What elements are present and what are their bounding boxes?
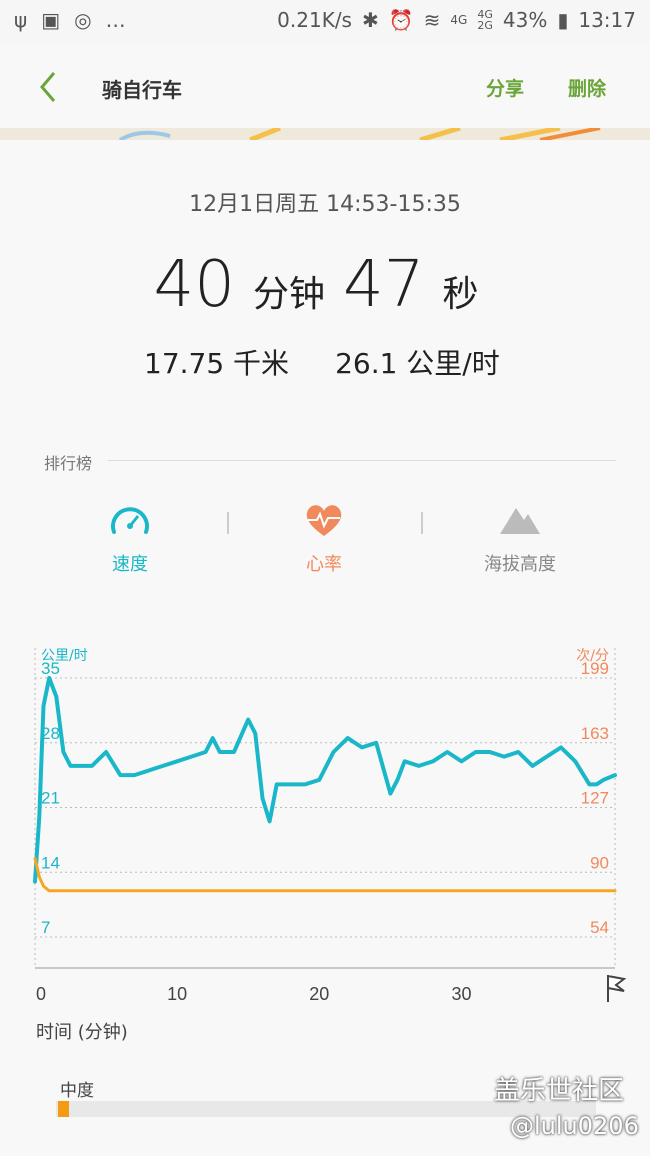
clock: 13:17 [578, 8, 636, 32]
image-icon: ▣ [41, 8, 61, 32]
right-tick-label: 54 [590, 918, 609, 937]
usb-icon: ψ [14, 8, 28, 32]
x-tick-label: 10 [167, 984, 187, 1004]
left-tick-label: 14 [41, 853, 60, 872]
tab-altitude-label: 海拔高度 [484, 554, 556, 575]
ranking-label: 排行榜 [44, 454, 93, 473]
duration: 40 分钟 47 秒 [0, 248, 650, 322]
right-tick-label: 127 [581, 789, 609, 808]
distance: 17.75 千米 [144, 347, 290, 380]
right-tick-label: 90 [590, 853, 609, 872]
watermark-community: 盖乐世社区 [494, 1076, 625, 1106]
network-4g-label: 4G [450, 13, 468, 27]
right-tick-label: 163 [581, 724, 609, 743]
intensity-bar-fill [58, 1101, 69, 1117]
qq-icon: ◎ [74, 8, 92, 32]
right-axis-unit: 次/分 [576, 648, 609, 664]
speedometer-icon [111, 507, 149, 534]
tab-speed-label: 速度 [112, 554, 148, 575]
battery-text: 43% [502, 8, 548, 32]
back-arrow-icon[interactable] [34, 70, 64, 104]
app-bar: 骑自行车 分享 删除 [0, 44, 650, 128]
tab-heart-rate-label: 心率 [306, 554, 342, 575]
share-button[interactable]: 分享 [486, 74, 524, 101]
left-axis-unit: 公里/时 [41, 648, 88, 664]
network-4g-2g-label: 4G 2G [477, 8, 493, 32]
avg-speed: 26.1 公里/时 [335, 347, 500, 380]
x-tick-label: 0 [36, 984, 46, 1004]
intensity-label: 中度 [60, 1081, 94, 1101]
heart-icon [306, 505, 342, 536]
x-axis-title: 时间 (分钟) [36, 1022, 128, 1043]
tab-speed[interactable]: 速度 [60, 500, 200, 576]
tab-separator [227, 512, 229, 534]
net-speed: 0.21K/s [277, 8, 352, 32]
series-line-speed [33, 676, 617, 884]
x-tick-label: 20 [309, 984, 329, 1004]
x-tick-label: 30 [451, 984, 471, 1004]
more-icon: … [105, 8, 126, 32]
session-stats: 17.75 千米 26.1 公里/时 [144, 342, 500, 382]
bluetooth-icon: ✱ [361, 8, 379, 32]
battery-icon: ▮ [557, 8, 569, 32]
mountain-icon [500, 508, 540, 534]
session-date: 12月1日周五 14:53-15:35 [189, 192, 461, 217]
page-title: 骑自行车 [102, 78, 182, 102]
left-tick-label: 21 [41, 789, 60, 808]
seconds-unit: 秒 [442, 274, 479, 315]
duration-minutes: 40 [153, 248, 235, 322]
delete-button[interactable]: 删除 [568, 74, 606, 101]
watermark-user: @lulu0206 [510, 1112, 639, 1140]
tab-heart-rate[interactable]: 心率 [254, 500, 394, 576]
wifi-icon: ≋ [423, 8, 441, 32]
minutes-unit: 分钟 [252, 274, 325, 315]
alarm-icon: ⏰ [388, 8, 414, 32]
duration-seconds: 47 [343, 248, 425, 322]
tab-altitude[interactable]: 海拔高度 [450, 500, 590, 576]
series-line-heart-rate [33, 856, 617, 893]
map-preview[interactable] [0, 128, 650, 140]
divider [108, 460, 616, 461]
left-tick-label: 7 [41, 918, 50, 937]
status-bar: ψ ▣ ◎ … 0.21K/s ✱ ⏰ ≋ 4G 4G 2G 43% ▮ 13:1… [0, 0, 650, 44]
tab-separator [421, 512, 423, 534]
speed-chart[interactable]: 35 19928 16321 12714 907 54公里/时 次/分0 10 20 30 [0, 630, 650, 1010]
finish-flag-icon [607, 975, 627, 1002]
